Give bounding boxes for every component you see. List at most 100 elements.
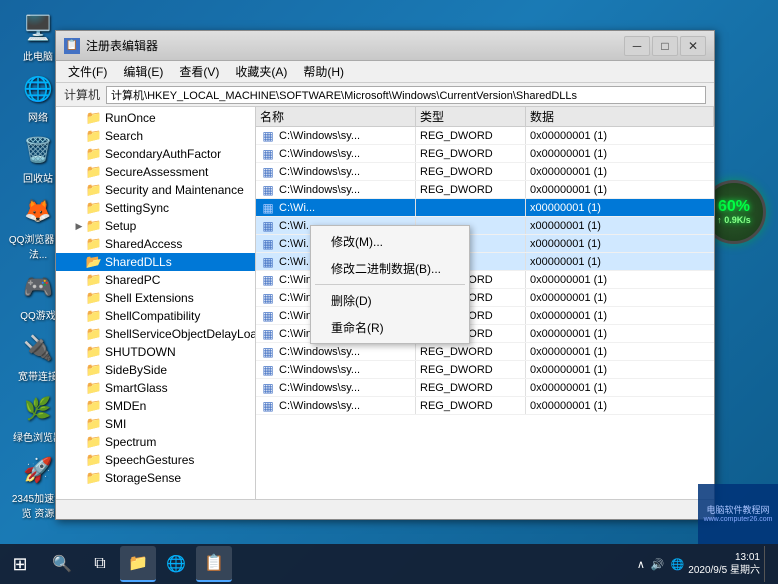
status-bar — [56, 499, 714, 519]
taskbar-edge[interactable]: 🌐 — [158, 546, 194, 582]
tree-item-shell-extensions[interactable]: 📁 Shell Extensions — [56, 289, 255, 307]
folder-security-icon: 📁 — [86, 183, 102, 197]
table-row[interactable]: ▦ C:\Windows\sy... REG_DWORD 0x00000001 … — [256, 397, 714, 415]
tree-label-search: Search — [105, 129, 143, 143]
tree-item-runonce[interactable]: 📁 RunOnce — [56, 109, 255, 127]
tree-item-setup[interactable]: ▶ 📁 Setup — [56, 217, 255, 235]
table-row[interactable]: ▦ C:\Windows\sy... REG_DWORD 0x00000001 … — [256, 361, 714, 379]
close-button[interactable]: ✕ — [680, 36, 706, 56]
minimize-button[interactable]: ─ — [624, 36, 650, 56]
tree-item-secondary-auth[interactable]: 📁 SecondaryAuthFactor — [56, 145, 255, 163]
maximize-button[interactable]: □ — [652, 36, 678, 56]
folder-secure-icon: 📁 — [86, 165, 102, 179]
col-header-data: 数据 — [526, 107, 714, 126]
tree-pane[interactable]: 📁 RunOnce 📁 Search 📁 SecondaryAuthFactor — [56, 107, 256, 499]
ctx-item-delete[interactable]: 删除(D) — [311, 287, 469, 314]
taskbar-file-explorer[interactable]: 📁 — [120, 546, 156, 582]
title-bar-controls: ─ □ ✕ — [624, 36, 706, 56]
table-row[interactable]: ▦ C:\Windows\sy... REG_DWORD 0x00000001 … — [256, 127, 714, 145]
cell-name: ▦ C:\Windows\sy... — [256, 163, 416, 180]
tree-label-speech-gestures: SpeechGestures — [105, 453, 194, 467]
tree-label-shared-dlls: SharedDLLs — [105, 255, 172, 269]
folder-side-by-side-icon: 📁 — [86, 363, 102, 377]
tree-item-smi[interactable]: 📁 SMI — [56, 415, 255, 433]
ctx-item-modify-binary[interactable]: 修改二进制数据(B)... — [311, 255, 469, 282]
taskbar-regedit[interactable]: 📋 — [196, 546, 232, 582]
cell-name: ▦ C:\Windows\sy... — [256, 127, 416, 144]
tree-item-shutdown[interactable]: 📁 SHUTDOWN — [56, 343, 255, 361]
ctx-item-modify[interactable]: 修改(M)... — [311, 228, 469, 255]
start-button[interactable]: ⊞ — [0, 544, 40, 584]
tree-item-storage-sense[interactable]: 📁 StorageSense — [56, 469, 255, 487]
cell-type: REG_DWORD — [416, 379, 526, 396]
tree-item-shell-compat[interactable]: 📁 ShellCompatibility — [56, 307, 255, 325]
menu-file[interactable]: 文件(F) — [60, 61, 115, 82]
corner-widget: 电脑软件教程网 www.computer26.com — [698, 484, 778, 544]
tree-item-settingsync[interactable]: 📁 SettingSync — [56, 199, 255, 217]
system-clock[interactable]: 13:01 2020/9/5 星期六 — [688, 551, 760, 577]
table-row[interactable]: ▦ C:\Windows\sy... REG_DWORD 0x00000001 … — [256, 379, 714, 397]
reg-dword-icon: ▦ — [260, 129, 276, 143]
tree-item-search[interactable]: 📁 Search — [56, 127, 255, 145]
folder-runonce-icon: 📁 — [86, 111, 102, 125]
cell-name: ▦ C:\Windows\sy... — [256, 343, 416, 360]
cell-data-selected: x00000001 (1) — [526, 199, 714, 216]
folder-shared-access-icon: 📁 — [86, 237, 102, 251]
table-row[interactable]: ▦ C:\Windows\sy... REG_DWORD 0x00000001 … — [256, 343, 714, 361]
tree-label-secure: SecureAssessment — [105, 165, 208, 179]
table-row[interactable]: ▦ C:\Windows\sy... REG_DWORD 0x00000001 … — [256, 145, 714, 163]
tree-item-shell-service[interactable]: 📁 ShellServiceObjectDelayLoad — [56, 325, 255, 343]
cell-data: 0x00000001 (1) — [526, 163, 714, 180]
tree-item-speech-gestures[interactable]: 📁 SpeechGestures — [56, 451, 255, 469]
folder-speech-gestures-icon: 📁 — [86, 453, 102, 467]
tree-item-spectrum[interactable]: 📁 Spectrum — [56, 433, 255, 451]
taskbar-task-view[interactable]: ⧉ — [82, 546, 118, 582]
folder-smartglass-icon: 📁 — [86, 381, 102, 395]
table-row-selected[interactable]: ▦ C:\Wi... x00000001 (1) — [256, 199, 714, 217]
tree-item-secure-assessment[interactable]: 📁 SecureAssessment — [56, 163, 255, 181]
folder-shared-pc-icon: 📁 — [86, 273, 102, 287]
cell-data: 0x00000001 (1) — [526, 397, 714, 414]
folder-shell-ext-icon: 📁 — [86, 291, 102, 305]
menu-help[interactable]: 帮助(H) — [295, 61, 352, 82]
address-path[interactable]: 计算机\HKEY_LOCAL_MACHINE\SOFTWARE\Microsof… — [106, 86, 706, 104]
cell-data: 0x00000001 (1) — [526, 145, 714, 162]
menu-favorites[interactable]: 收藏夹(A) — [227, 61, 295, 82]
tree-item-shared-access[interactable]: 📁 SharedAccess — [56, 235, 255, 253]
folder-smden-icon: 📁 — [86, 399, 102, 413]
tray-network-icon[interactable]: 🌐 — [671, 558, 685, 571]
context-menu: 修改(M)... 修改二进制数据(B)... 删除(D) 重命名(R) — [310, 225, 470, 344]
menu-view[interactable]: 查看(V) — [171, 61, 227, 82]
tree-item-shared-dlls[interactable]: 📂 SharedDLLs — [56, 253, 255, 271]
tree-item-shared-pc[interactable]: 📁 SharedPC — [56, 271, 255, 289]
col-header-type: 类型 — [416, 107, 526, 126]
speed-sub: ↑ 0.9K/s — [717, 215, 751, 226]
tree-item-smartglass[interactable]: 📁 SmartGlass — [56, 379, 255, 397]
folder-shell-compat-icon: 📁 — [86, 309, 102, 323]
table-row[interactable]: ▦ C:\Windows\sy... REG_DWORD 0x00000001 … — [256, 163, 714, 181]
cell-type: REG_DWORD — [416, 181, 526, 198]
regedit-app-icon: 📋 — [64, 38, 80, 54]
tree-label-smden: SMDEn — [105, 399, 146, 413]
cell-data: 0x00000001 (1) — [526, 127, 714, 144]
cell-name: ▦ C:\Windows\sy... — [256, 145, 416, 162]
taskbar-search[interactable]: 🔍 — [44, 546, 80, 582]
tree-item-smden[interactable]: 📁 SMDEn — [56, 397, 255, 415]
tree-item-side-by-side[interactable]: 📁 SideBySide — [56, 361, 255, 379]
tray-chevron-icon[interactable]: ∧ — [637, 558, 645, 571]
menu-edit[interactable]: 编辑(E) — [115, 61, 171, 82]
reg-dword-icon: ▦ — [260, 147, 276, 161]
cell-type: REG_DWORD — [416, 145, 526, 162]
tree-item-security[interactable]: 📁 Security and Maintenance — [56, 181, 255, 199]
ctx-separator — [315, 284, 465, 285]
cell-name: ▦ C:\Windows\sy... — [256, 181, 416, 198]
ctx-item-rename[interactable]: 重命名(R) — [311, 314, 469, 341]
reg-dword-icon: ▦ — [260, 381, 276, 395]
show-desktop-button[interactable] — [764, 546, 770, 582]
table-row[interactable]: ▦ C:\Windows\sy... REG_DWORD 0x00000001 … — [256, 181, 714, 199]
folder-storage-sense-icon: 📁 — [86, 471, 102, 485]
tray-sound-icon[interactable]: 🔊 — [651, 558, 665, 571]
reg-dword-icon: ▦ — [260, 165, 276, 179]
chevron-setup: ▶ — [72, 221, 86, 232]
tree-label-secondary: SecondaryAuthFactor — [105, 147, 221, 161]
